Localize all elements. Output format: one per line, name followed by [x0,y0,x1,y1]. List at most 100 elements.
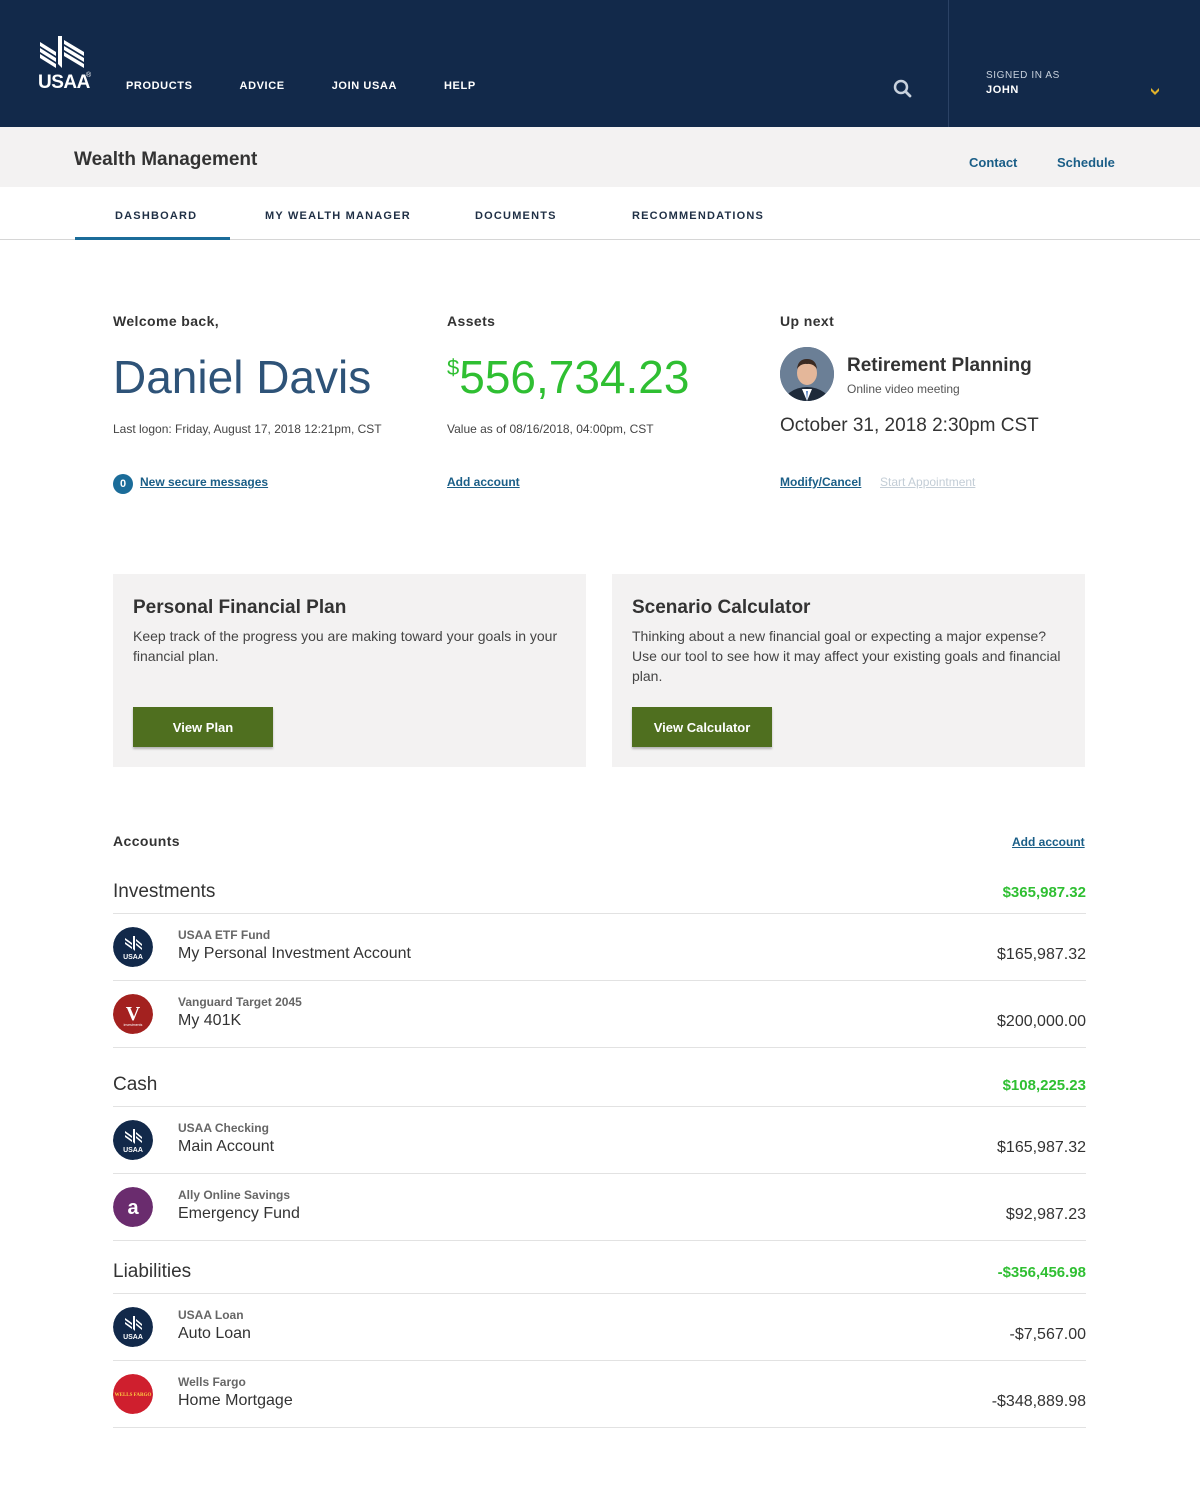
cash-section: Cash $108,225.23 USAA USAA Checking Main… [113,1065,1086,1241]
assets-total: $556,734.23 [447,350,689,404]
section-header: Investments $365,987.32 [113,872,1086,914]
nav-products[interactable]: PRODUCTS [126,80,193,92]
section-total: $365,987.32 [1002,884,1086,901]
tab-documents[interactable]: DOCUMENTS [475,210,557,222]
section-name: Investments [113,881,216,902]
section-header: Cash $108,225.23 [113,1065,1086,1107]
account-name: Emergency Fund [178,1205,300,1222]
section-total: $108,225.23 [1002,1077,1086,1094]
active-tab-indicator [75,237,230,240]
account-row[interactable]: USAA USAA ETF Fund My Personal Investmen… [113,914,1086,981]
card-title: Personal Financial Plan [133,597,347,618]
section-total: -$356,456.98 [997,1264,1086,1281]
institution-name: USAA Checking [178,1121,269,1135]
nav-join-usaa[interactable]: JOIN USAA [332,80,397,92]
investments-section: Investments $365,987.32 USAA USAA ETF Fu… [113,872,1086,1048]
account-amount: $165,987.32 [997,946,1086,963]
add-account-link[interactable]: Add account [1012,835,1085,849]
institution-name: USAA ETF Fund [178,928,271,942]
user-full-name: Daniel Davis [113,351,372,403]
assets-label: Assets [447,313,496,329]
appointment-title: Retirement Planning [847,355,1032,376]
section-name: Liabilities [113,1261,192,1282]
account-amount: -$7,567.00 [1009,1326,1086,1343]
up-next-label: Up next [780,313,835,329]
start-appointment-link: Start Appointment [880,475,976,489]
account-row[interactable]: WELLS FARGO Wells Fargo Home Mortgage -$… [113,1361,1086,1428]
accounts-heading: Accounts [113,833,180,849]
svg-text:a: a [127,1197,139,1219]
view-plan-button[interactable]: View Plan [133,707,273,747]
institution-name: Vanguard Target 2045 [178,995,302,1009]
assets-currency-symbol: $ [447,355,460,380]
ally-logo-icon: a [113,1187,153,1227]
account-name: My Personal Investment Account [178,945,411,962]
account-name: My 401K [178,1012,242,1029]
usaa-logo-icon: USAA [113,1120,153,1160]
account-amount: -$348,889.98 [991,1393,1086,1410]
view-calculator-button[interactable]: View Calculator [632,707,772,747]
logo-wordmark: USAA [38,72,90,93]
usaa-logo[interactable]: USAA ® [36,34,96,94]
financial-plan-card: Personal Financial Plan Keep track of th… [113,574,586,767]
modify-cancel-link[interactable]: Modify/Cancel [780,475,861,489]
message-count-badge: 0 [113,474,133,494]
appointment-date: October 31, 2018 2:30pm CST [780,415,1039,436]
account-row[interactable]: V investments Vanguard Target 2045 My 40… [113,981,1086,1048]
wells-fargo-logo-icon: WELLS FARGO [113,1374,153,1414]
advisor-avatar [780,347,834,401]
tab-bar: DASHBOARD MY WEALTH MANAGER DOCUMENTS RE… [0,187,1200,240]
liabilities-section: Liabilities -$356,456.98 USAA USAA Loan … [113,1252,1086,1428]
page-title: Wealth Management [74,149,258,170]
svg-text:V: V [126,1003,141,1025]
svg-text:USAA: USAA [123,954,143,961]
section-header: Liabilities -$356,456.98 [113,1252,1086,1294]
nav-help[interactable]: HELP [444,80,476,92]
tab-my-wealth-manager[interactable]: MY WEALTH MANAGER [265,210,411,222]
card-description: Keep track of the progress you are makin… [133,628,558,664]
schedule-link[interactable]: Schedule [1057,155,1115,170]
account-row[interactable]: USAA USAA Loan Auto Loan -$7,567.00 [113,1294,1086,1361]
svg-text:investments: investments [124,1023,143,1027]
usaa-logo-icon: USAA [113,1307,153,1347]
tab-recommendations[interactable]: RECOMMENDATIONS [632,210,764,222]
top-divider [948,0,949,127]
account-amount: $92,987.23 [1005,1206,1086,1223]
signed-in-user[interactable]: JOHN [986,84,1019,96]
account-amount: $200,000.00 [997,1013,1086,1030]
welcome-label: Welcome back, [113,313,220,329]
nav-advice[interactable]: ADVICE [240,80,285,92]
svg-text:WELLS FARGO: WELLS FARGO [115,1393,152,1398]
primary-nav: PRODUCTS ADVICE JOIN USAA HELP [126,80,523,92]
secure-messages-link[interactable]: New secure messages [140,475,268,489]
card-description: Thinking about a new financial goal or e… [632,628,1061,684]
section-header: Wealth Management Contact Schedule [0,127,1200,187]
add-account-link-summary[interactable]: Add account [447,475,520,489]
scenario-calculator-card: Scenario Calculator Thinking about a new… [612,574,1085,767]
appointment-subtitle: Online video meeting [847,382,960,396]
institution-name: USAA Loan [178,1308,244,1322]
account-row[interactable]: a Ally Online Savings Emergency Fund $92… [113,1174,1086,1241]
assets-amount: 556,734.23 [459,351,690,403]
svg-text:USAA: USAA [123,1334,143,1341]
account-name: Home Mortgage [178,1392,293,1409]
vanguard-logo-icon: V investments [113,994,153,1034]
usaa-logo-icon: USAA [113,927,153,967]
institution-name: Wells Fargo [178,1375,246,1389]
account-amount: $165,987.32 [997,1139,1086,1156]
section-name: Cash [113,1074,158,1095]
eagle-icon [40,36,84,68]
last-logon-text: Last logon: Friday, August 17, 2018 12:2… [113,422,382,436]
search-icon[interactable] [893,79,913,99]
card-title: Scenario Calculator [632,597,811,618]
svg-text:USAA: USAA [123,1147,143,1154]
contact-link[interactable]: Contact [969,155,1017,170]
signed-in-label: SIGNED IN AS [986,70,1060,81]
tab-dashboard[interactable]: DASHBOARD [115,210,197,222]
assets-as-of-text: Value as of 08/16/2018, 04:00pm, CST [447,422,654,436]
account-name: Auto Loan [178,1325,251,1342]
top-bar: USAA ® PRODUCTS ADVICE JOIN USAA HELP SI… [0,0,1200,127]
account-row[interactable]: USAA USAA Checking Main Account $165,987… [113,1107,1086,1174]
account-name: Main Account [178,1138,275,1155]
chevron-down-icon[interactable] [1149,84,1161,96]
